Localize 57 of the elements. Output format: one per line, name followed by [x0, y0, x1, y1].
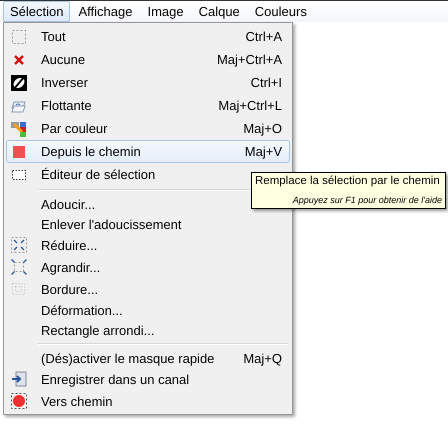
menu-item-label: Vers chemin	[41, 394, 113, 408]
menu-item-label: Réduire...	[41, 238, 98, 252]
menu-bar-item[interactable]: Couleurs	[248, 1, 314, 22]
menu-item-label: Agrandir...	[41, 260, 100, 274]
menu-item[interactable]: Adoucir...	[6, 194, 104, 214]
shortcut-label: Maj+V	[244, 144, 282, 159]
shortcut-label: Maj+Ctrl+A	[216, 52, 282, 67]
shortcut-label: Maj+Ctrl+L	[217, 98, 282, 113]
menu-item-label: Enlever l'adoucissement	[41, 216, 182, 232]
menu-bar-item[interactable]: Calque	[192, 1, 247, 22]
menu-bar-item[interactable]: Sélection	[3, 1, 70, 22]
filled-square-icon	[11, 144, 27, 160]
invert-icon	[11, 74, 27, 90]
menu-item[interactable]: Enregistrer dans un canal	[6, 368, 198, 390]
menu-item[interactable]: Rectangle arrondi...	[6, 320, 162, 340]
color-select-icon	[11, 120, 27, 136]
tooltip-text: Remplace la sélection par le chemin	[255, 175, 441, 187]
shortcut-label: Maj+Q	[242, 350, 282, 366]
menu-bar-item[interactable]: Affichage	[71, 1, 140, 22]
menu-item[interactable]: Bordure...	[6, 278, 106, 300]
menu-item-label: Aucune	[41, 52, 86, 67]
shortcut-label: Ctrl+I	[250, 75, 282, 90]
shortcut-label: Ctrl+A	[244, 29, 282, 44]
menu-item[interactable]: Flottante Maj+Ctrl+L	[6, 94, 290, 117]
shrink-icon	[11, 237, 27, 253]
menu-item-label: Bordure...	[41, 282, 98, 296]
menu-item[interactable]: Éditeur de sélection	[6, 163, 164, 186]
menu-item-label: Déformation...	[41, 302, 123, 318]
menu-bar-item[interactable]: Image	[140, 1, 191, 22]
grow-icon	[11, 259, 27, 275]
border-icon	[11, 281, 27, 297]
menu-item[interactable]: Déformation...	[6, 300, 131, 320]
menu-item-label: Inverser	[41, 75, 88, 90]
menu-item[interactable]: Tout Ctrl+A	[6, 25, 290, 48]
menu-item[interactable]: Depuis le chemin Maj+V	[6, 140, 290, 163]
menu-item-label: Tout	[41, 29, 66, 44]
menu-item-label: Enregistrer dans un canal	[41, 372, 190, 386]
menu-item-label: Par couleur	[41, 121, 108, 136]
menu-item[interactable]: Aucune Maj+Ctrl+A	[6, 48, 290, 71]
menu-item[interactable]: Agrandir...	[6, 256, 108, 278]
menu-item[interactable]: Enlever l'adoucissement	[6, 214, 190, 234]
menu-item-label: Adoucir...	[41, 196, 96, 212]
dot-icon	[11, 393, 27, 409]
menu-item-label: Éditeur de sélection	[41, 167, 156, 182]
menu-item-label: (Dés)activer le masque rapide	[41, 350, 214, 366]
menu-item[interactable]: Inverser Ctrl+I	[6, 71, 290, 94]
menu-item[interactable]: Réduire...	[6, 234, 106, 256]
menu-item-label: Flottante	[41, 98, 92, 113]
menu-item-label: Depuis le chemin	[41, 144, 141, 159]
menu-item[interactable]: (Dés)activer le masque rapide Maj+Q	[6, 348, 290, 368]
menu-item[interactable]: Vers chemin	[6, 390, 121, 412]
save-to-channel-icon	[11, 371, 27, 387]
menu-item-label: Rectangle arrondi...	[41, 322, 154, 338]
menu-item[interactable]: Par couleur Maj+O	[6, 117, 290, 140]
tooltip-hint: Appuyez sur F1 pour obtenir de l'aide	[292, 195, 442, 205]
shortcut-label: Maj+O	[242, 121, 282, 136]
dashed-rectangle-icon	[11, 28, 27, 44]
